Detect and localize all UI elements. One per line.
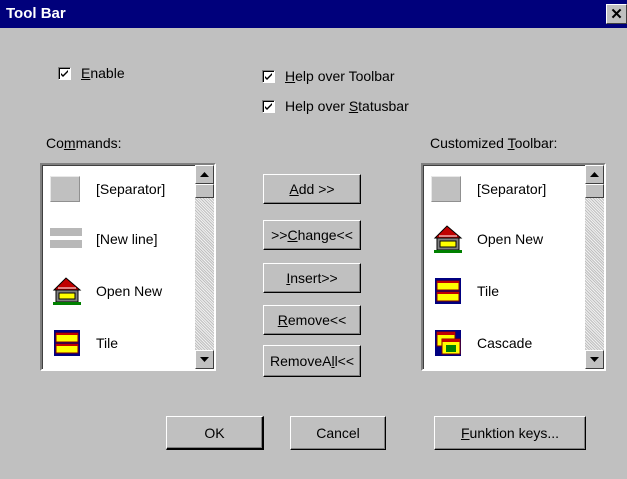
enable-label: Enable xyxy=(81,65,125,81)
newline-icon xyxy=(50,222,84,256)
scroll-thumb[interactable] xyxy=(195,184,214,198)
scroll-up-button[interactable] xyxy=(585,165,604,184)
add-button[interactable]: Add >> xyxy=(263,174,361,204)
toolbar-dialog: Tool Bar ✕ Enable Help over Toolbar Help… xyxy=(0,0,627,479)
checkmark-icon xyxy=(58,66,71,80)
separator-icon xyxy=(50,172,84,206)
open-new-icon xyxy=(50,274,84,308)
cascade-icon xyxy=(431,326,465,360)
change-button[interactable]: >>Change<< xyxy=(263,220,361,250)
commands-label: Commands: xyxy=(46,135,122,151)
remove-all-button[interactable]: RemoveAll<< xyxy=(263,345,361,377)
close-icon: ✕ xyxy=(610,6,623,23)
help-over-statusbar-checkbox[interactable]: Help over Statusbar xyxy=(262,98,409,114)
help-over-statusbar-label: Help over Statusbar xyxy=(285,98,409,114)
list-item[interactable]: Cascade xyxy=(431,323,532,363)
customized-scrollbar[interactable] xyxy=(585,165,604,369)
help-over-toolbar-checkbox[interactable]: Help over Toolbar xyxy=(262,68,395,84)
scroll-down-button[interactable] xyxy=(585,350,604,369)
scroll-up-button[interactable] xyxy=(195,165,214,184)
help-over-toolbar-label: Help over Toolbar xyxy=(285,68,395,84)
enable-checkbox[interactable]: Enable xyxy=(58,65,125,81)
arrow-up-icon xyxy=(200,171,209,177)
customized-toolbar-label: Customized Toolbar: xyxy=(430,135,558,151)
customized-toolbar-listbox[interactable]: [Separator] Open New Tile Cascade xyxy=(421,163,606,371)
window-title: Tool Bar xyxy=(6,5,66,22)
arrow-down-icon xyxy=(590,356,599,362)
list-item[interactable]: Open New xyxy=(50,271,162,311)
scroll-thumb[interactable] xyxy=(585,184,604,198)
list-item[interactable]: [Separator] xyxy=(431,169,546,209)
separator-icon xyxy=(431,172,465,206)
list-item[interactable]: [Separator] xyxy=(50,169,165,209)
insert-button[interactable]: Insert>> xyxy=(263,263,361,293)
arrow-up-icon xyxy=(590,171,599,177)
list-item[interactable]: Open New xyxy=(431,219,543,259)
list-item[interactable]: Tile xyxy=(50,323,118,363)
list-item[interactable]: Tile xyxy=(431,271,499,311)
commands-listbox[interactable]: [Separator] [New line] Open New Tile xyxy=(40,163,216,371)
ok-button[interactable]: OK xyxy=(166,416,264,450)
tile-icon xyxy=(50,326,84,360)
cancel-button[interactable]: Cancel xyxy=(290,416,386,450)
remove-button[interactable]: Remove<< xyxy=(263,305,361,335)
close-button[interactable]: ✕ xyxy=(606,4,627,24)
arrow-down-icon xyxy=(200,356,209,362)
scroll-down-button[interactable] xyxy=(195,350,214,369)
checkmark-icon xyxy=(262,99,275,113)
funktion-keys-button[interactable]: Funktion keys... xyxy=(434,416,586,450)
title-bar: Tool Bar ✕ xyxy=(0,0,627,28)
checkmark-icon xyxy=(262,69,275,83)
tile-icon xyxy=(431,274,465,308)
commands-scrollbar[interactable] xyxy=(195,165,214,369)
open-new-icon xyxy=(431,222,465,256)
list-item[interactable]: [New line] xyxy=(50,219,157,259)
